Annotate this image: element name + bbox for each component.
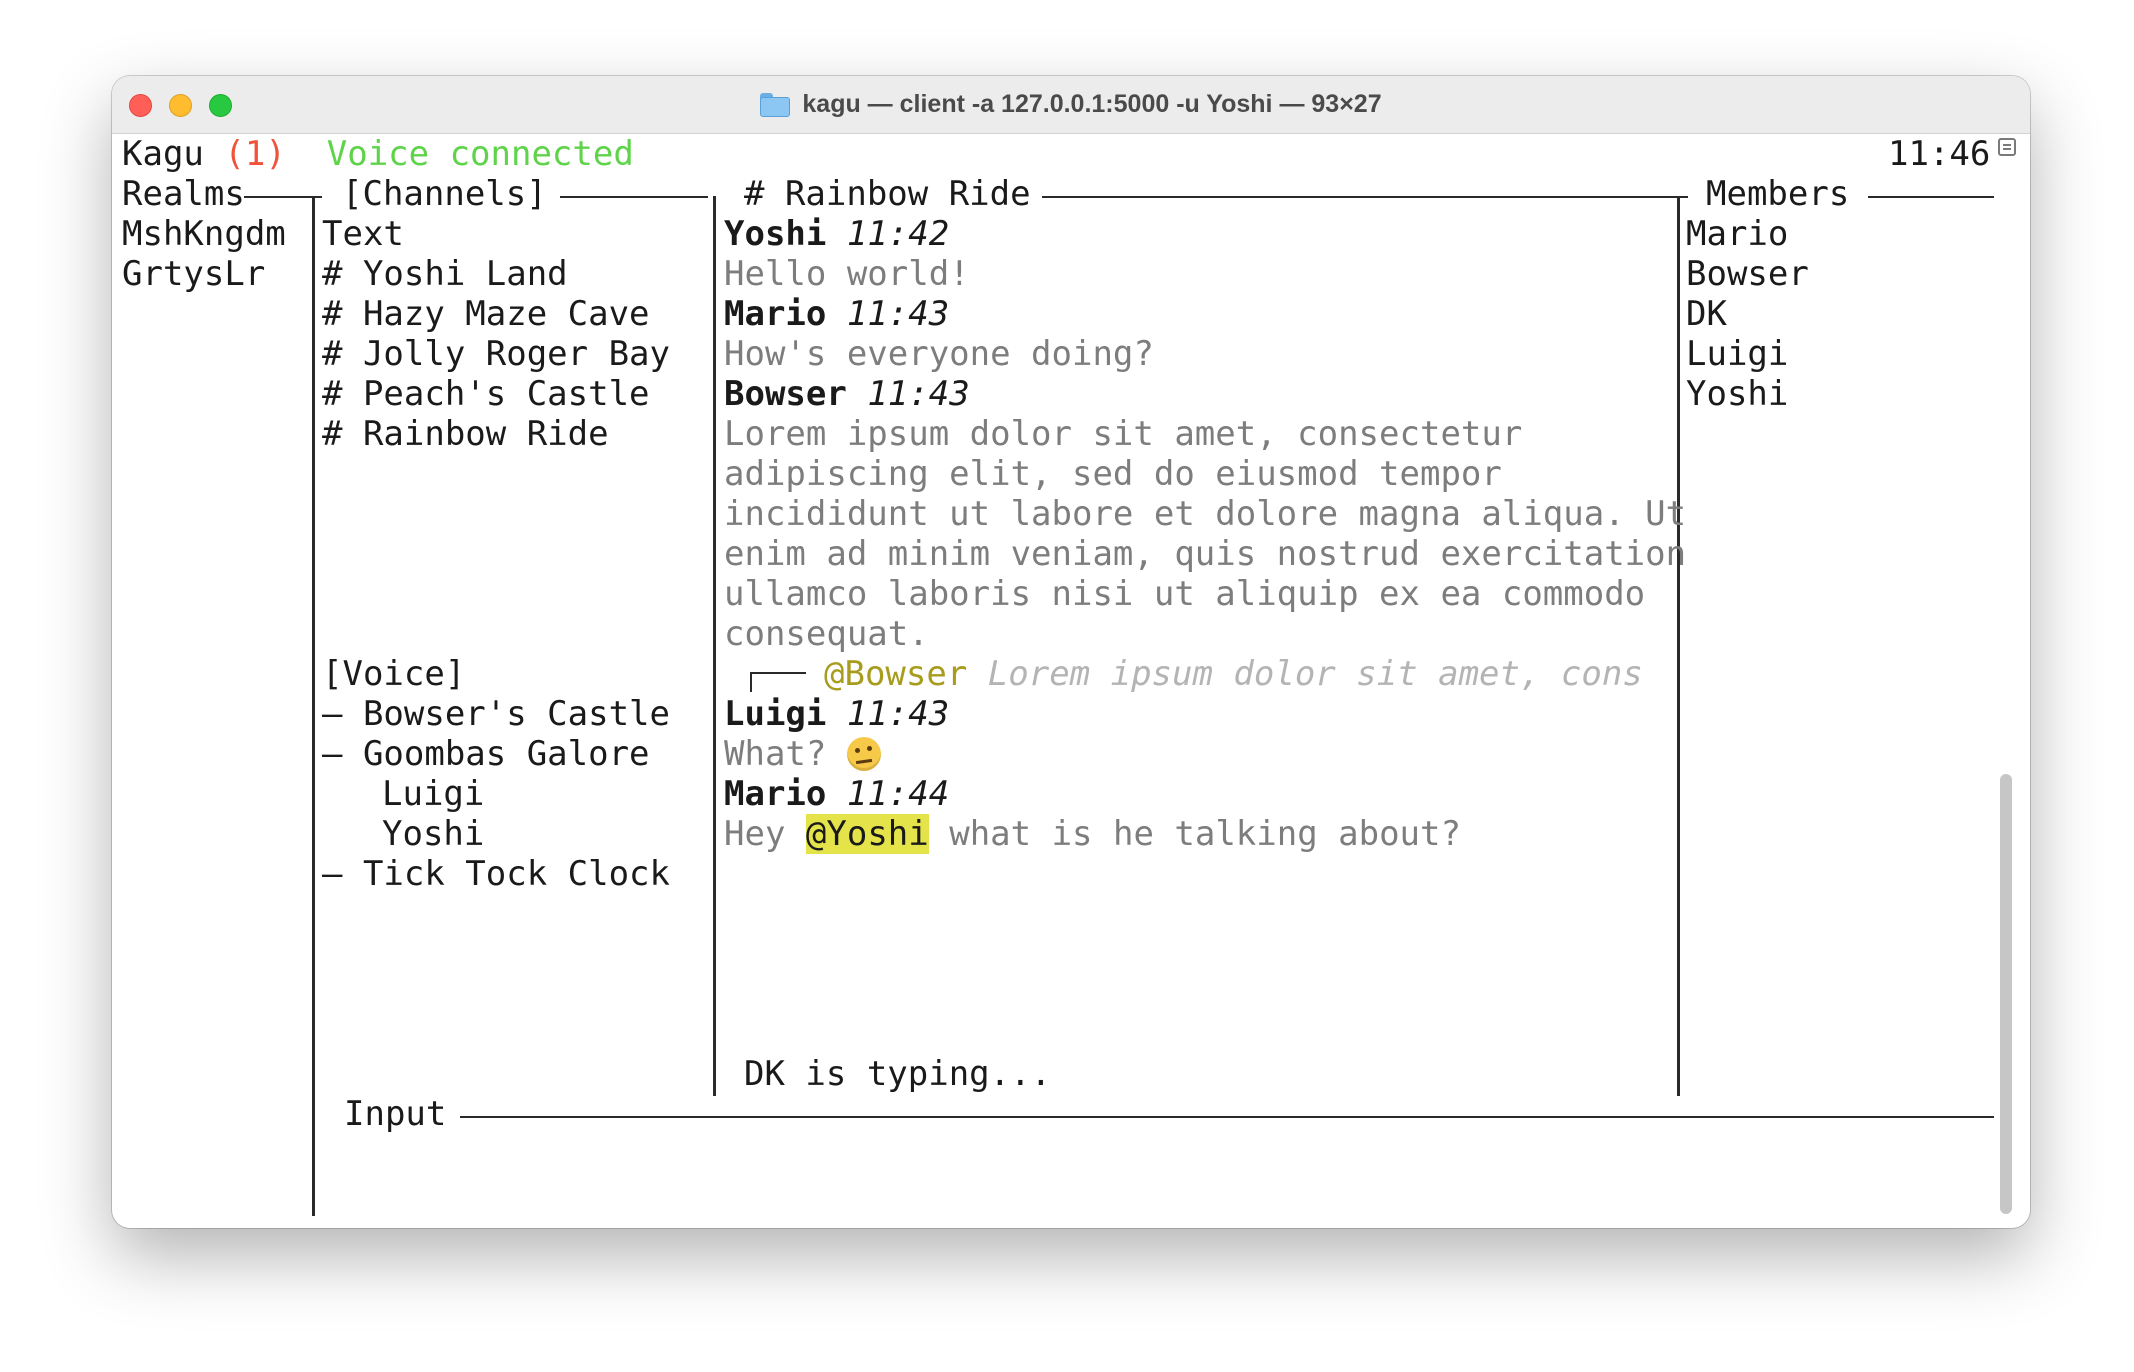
channel-item[interactable]: # Peach's Castle: [322, 374, 650, 414]
scrollbar-thumb[interactable]: [2000, 774, 2012, 1214]
channel-item[interactable]: # Jolly Roger Bay: [322, 334, 670, 374]
self-mention[interactable]: @Yoshi: [805, 814, 929, 854]
message-header: Mario 11:44: [724, 774, 949, 814]
terminal-window: kagu — client -a 127.0.0.1:5000 -u Yoshi…: [112, 76, 2030, 1228]
member-item[interactable]: Mario: [1686, 214, 1788, 254]
voice-status: Voice connected: [326, 134, 634, 174]
message-input[interactable]: [344, 1134, 1984, 1214]
message-body: consequat.: [724, 614, 929, 654]
voice-channel-item[interactable]: – Bowser's Castle: [322, 694, 670, 734]
input-label: Input: [344, 1094, 447, 1134]
message-time: 11:43: [846, 294, 950, 334]
message-body: Hello world!: [724, 254, 970, 294]
member-item[interactable]: Bowser: [1686, 254, 1809, 294]
message-header: Mario 11:43: [724, 294, 949, 334]
message-author[interactable]: Luigi: [724, 694, 826, 734]
title-bar: kagu — client -a 127.0.0.1:5000 -u Yoshi…: [112, 76, 2030, 134]
members-header: Members: [1706, 174, 1850, 214]
clock: 11:46: [1888, 134, 1991, 174]
text-channels-header: Text: [322, 214, 404, 254]
voice-channels-header: [Voice]: [322, 654, 466, 694]
voice-participant: Luigi: [382, 774, 485, 814]
border: [560, 196, 708, 198]
message-body: adipiscing elit, sed do eiusmod tempor: [724, 454, 1502, 494]
member-item[interactable]: Yoshi: [1686, 374, 1788, 414]
reply-connector: [750, 672, 806, 674]
voice-channel-item[interactable]: – Tick Tock Clock: [322, 854, 670, 894]
typing-indicator: DK is typing...: [744, 1054, 1052, 1094]
chat-header: # Rainbow Ride: [744, 174, 1031, 214]
reply-preview[interactable]: @Bowser Lorem ipsum dolor sit amet, cons: [824, 654, 1643, 694]
message-body: Hey @Yoshi what is he talking about?: [724, 814, 1461, 854]
channel-item[interactable]: # Hazy Maze Cave: [322, 294, 650, 334]
unread-count: (1): [224, 134, 286, 174]
scrollbar-menu-icon[interactable]: [1998, 138, 2016, 156]
input-border: [460, 1116, 1994, 1118]
message-body: enim ad minim veniam, quis nostrud exerc…: [724, 534, 1687, 574]
channels-header: [Channels]: [342, 174, 547, 214]
divider-channels: [713, 196, 716, 1096]
raised-eyebrow-emoji-icon: [846, 737, 881, 771]
status-line: Kagu (1) Voice connected: [122, 134, 634, 174]
message-author[interactable]: Mario: [724, 774, 826, 814]
divider-members: [1677, 196, 1680, 1096]
voice-participant: Yoshi: [382, 814, 485, 854]
realms-header: Realms: [122, 174, 245, 214]
message-header: Luigi 11:43: [724, 694, 949, 734]
reply-connector: [750, 672, 752, 692]
message-body: incididunt ut labore et dolore magna ali…: [724, 494, 1687, 534]
message-time: 11:43: [846, 694, 950, 734]
channel-item[interactable]: # Yoshi Land: [322, 254, 568, 294]
message-author[interactable]: Bowser: [724, 374, 847, 414]
message-time: 11:42: [846, 214, 950, 254]
channel-item[interactable]: # Rainbow Ride: [322, 414, 609, 454]
reply-mention[interactable]: @Bowser: [824, 654, 967, 694]
border: [244, 196, 322, 198]
realm-item[interactable]: MshKngdm: [122, 214, 286, 254]
reply-text: Lorem ipsum dolor sit amet, cons: [987, 654, 1643, 694]
member-item[interactable]: DK: [1686, 294, 1727, 334]
message-body: Lorem ipsum dolor sit amet, consectetur: [724, 414, 1523, 454]
folder-icon: [760, 92, 791, 117]
border: [1868, 196, 1994, 198]
terminal-content: Kagu (1) Voice connected 11:46 Realms [C…: [112, 134, 2030, 1228]
voice-channel-item[interactable]: – Goombas Galore: [322, 734, 650, 774]
member-item[interactable]: Luigi: [1686, 334, 1788, 374]
message-header: Yoshi 11:42: [724, 214, 949, 254]
message-author[interactable]: Yoshi: [724, 214, 826, 254]
message-time: 11:44: [846, 774, 950, 814]
app-name: Kagu: [122, 134, 204, 174]
message-time: 11:43: [867, 374, 970, 414]
window-title: kagu — client -a 127.0.0.1:5000 -u Yoshi…: [802, 90, 1382, 118]
message-author[interactable]: Mario: [724, 294, 826, 334]
border: [1042, 196, 1688, 198]
divider-realms: [312, 196, 315, 1216]
realm-item[interactable]: GrtysLr: [122, 254, 265, 294]
message-body: What?: [724, 734, 881, 774]
message-body: How's everyone doing?: [724, 334, 1154, 374]
message-body: ullamco laboris nisi ut aliquip ex ea co…: [724, 574, 1646, 614]
message-header: Bowser 11:43: [724, 374, 970, 414]
